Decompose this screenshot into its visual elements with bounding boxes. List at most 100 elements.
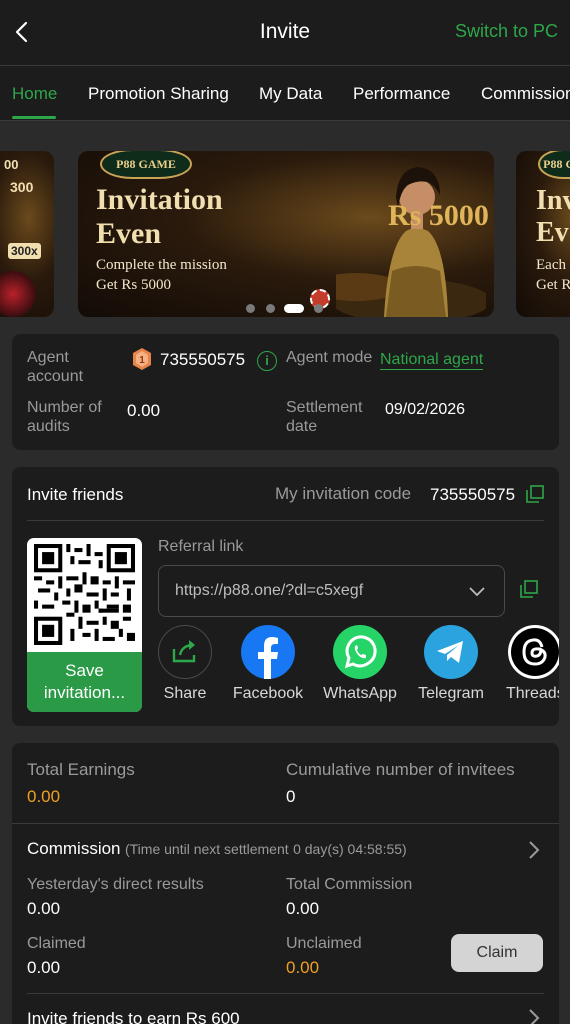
roulette-image — [0, 271, 36, 317]
total-earnings-value: 0.00 — [27, 787, 61, 806]
info-icon[interactable]: i — [257, 351, 277, 371]
banner-next-subtitle: Each Get R — [536, 255, 570, 295]
invitees-label: Cumulative number of invitees — [286, 760, 515, 779]
invite-friends-card: Invite friends My invitation code 735550… — [12, 467, 559, 726]
unclaimed-value: 0.00 — [286, 958, 320, 977]
banner-subtitle-line: Complete the mission — [96, 257, 227, 273]
qr-code-image — [34, 544, 135, 645]
banner-subtitle: Complete the mission Get Rs 5000 — [96, 255, 227, 295]
whatsapp-label: WhatsApp — [323, 685, 397, 702]
chevron-right-icon[interactable] — [527, 1008, 541, 1024]
facebook-label: Facebook — [232, 685, 304, 702]
banner-next-title-line: Inv — [536, 185, 570, 216]
settlement-date-value: 09/02/2026 — [385, 401, 466, 418]
referral-link-label: Referral link — [158, 538, 244, 555]
divider — [27, 520, 544, 521]
agent-mode-label: Agent mode — [286, 349, 373, 366]
banner-prev-text: 300 — [10, 179, 34, 195]
yesterday-results-value: 0.00 — [27, 899, 61, 918]
threads-label: Threads — [506, 685, 559, 702]
invitation-code-value: 735550575 — [430, 485, 516, 504]
tab-promotion-sharing[interactable]: Promotion Sharing — [88, 84, 229, 104]
claimed-label: Claimed — [27, 935, 86, 952]
qr-code-card[interactable]: Save invitation... — [27, 538, 142, 712]
banner-prev-badge: 300x — [8, 243, 41, 259]
threads-icon — [508, 625, 559, 679]
audits-label: Number of audits — [27, 399, 102, 435]
commission-note: (Time until next settlement — [124, 841, 289, 857]
share-icon — [158, 625, 212, 679]
commission-title: Commission — [27, 839, 121, 858]
whatsapp-icon — [333, 625, 387, 679]
carousel-dot-active[interactable] — [284, 304, 304, 313]
facebook-button[interactable]: Facebook — [223, 625, 313, 703]
tab-my-data[interactable]: My Data — [259, 84, 322, 104]
agent-account-value: 735550575 — [160, 350, 246, 369]
save-invitation-button[interactable]: Save invitation... — [27, 652, 142, 712]
commission-header[interactable]: Commission (Time until next settlement 0… — [27, 839, 407, 859]
banner-slide-previous[interactable]: 00 300 300x — [0, 151, 54, 317]
invite-friends-title: Invite friends — [27, 485, 124, 504]
active-tab-indicator — [12, 116, 56, 119]
banner-title-line: Invitation — [96, 183, 223, 216]
invite-earn-row[interactable]: Invite friends to earn Rs 600 — [27, 1009, 240, 1024]
threads-button[interactable]: Threads — [486, 625, 559, 703]
chevron-down-icon[interactable] — [468, 582, 486, 600]
banner-title: Invitation Even — [96, 183, 223, 251]
medal-rank: 1 — [139, 355, 145, 366]
banner-next-subtitle-line: Get R — [536, 277, 570, 293]
promo-carousel[interactable]: 00 300 300x P88 GAME Invitation Even Com… — [0, 121, 570, 334]
banner-amount: Rs 5000 — [388, 199, 489, 232]
tab-commission[interactable]: Commission — [481, 84, 570, 104]
divider — [27, 993, 544, 994]
carousel-dot[interactable] — [246, 304, 255, 313]
banner-subtitle-line: Get Rs 5000 — [96, 277, 171, 293]
facebook-icon — [241, 625, 295, 679]
carousel-dot[interactable] — [266, 304, 275, 313]
telegram-icon — [424, 625, 478, 679]
banner-next-title-line: Ev — [536, 217, 569, 248]
referral-link-field[interactable]: https://p88.one/?dl=c5xegf — [158, 565, 505, 617]
chevron-right-icon[interactable] — [527, 840, 541, 860]
agent-account-label: Agent account — [27, 349, 84, 385]
medal-icon: 1 — [133, 348, 151, 370]
divider — [12, 823, 559, 824]
telegram-button[interactable]: Telegram — [406, 625, 496, 703]
invitees-value: 0 — [286, 787, 296, 806]
unclaimed-label: Unclaimed — [286, 935, 362, 952]
banner-title-line: Even — [96, 217, 162, 250]
yesterday-results-label: Yesterday's direct results — [27, 876, 204, 893]
tab-bar: Home Promotion Sharing My Data Performan… — [0, 66, 570, 121]
audits-value: 0.00 — [127, 401, 161, 420]
banner-next-subtitle-line: Each — [536, 257, 566, 273]
claimed-value: 0.00 — [27, 958, 61, 977]
claim-button[interactable]: Claim — [451, 934, 543, 972]
total-commission-value: 0.00 — [286, 899, 320, 918]
telegram-label: Telegram — [418, 685, 484, 702]
referral-link-value: https://p88.one/?dl=c5xegf — [175, 582, 364, 599]
tab-performance[interactable]: Performance — [353, 84, 450, 104]
banner-next-title: Inv Ev — [536, 185, 570, 249]
total-commission-label: Total Commission — [286, 876, 413, 893]
total-earnings-label: Total Earnings — [27, 760, 135, 779]
whatsapp-button[interactable]: WhatsApp — [315, 625, 405, 703]
switch-to-pc-link[interactable]: Switch to PC — [455, 21, 558, 42]
settlement-date-label: Settlement date — [286, 399, 363, 435]
carousel-dot[interactable] — [314, 304, 323, 313]
hostess-image — [336, 167, 486, 317]
p88-logo: P88 GAME — [100, 151, 192, 179]
tab-home[interactable]: Home — [12, 84, 57, 104]
top-bar: Invite Switch to PC — [0, 0, 570, 66]
banner-slide-main[interactable]: P88 GAME Invitation Even Complete the mi… — [78, 151, 494, 317]
earnings-card: Total Earnings 0.00 Cumulative number of… — [12, 743, 559, 1024]
commission-countdown: 0 day(s) 04:58:55) — [293, 841, 407, 857]
banner-slide-next[interactable]: P88 GAME Inv Ev Each Get R — [516, 151, 570, 317]
share-button[interactable]: Share — [140, 625, 230, 703]
agent-info-card: Agent account 1 735550575 i Agent mode N… — [12, 334, 559, 450]
agent-mode-link[interactable]: National agent — [380, 350, 484, 370]
copy-link-icon[interactable] — [520, 580, 538, 598]
banner-prev-text: 00 — [4, 157, 19, 172]
share-label: Share — [163, 685, 207, 702]
copy-icon[interactable] — [526, 485, 544, 503]
p88-logo: P88 GAME — [538, 151, 570, 179]
